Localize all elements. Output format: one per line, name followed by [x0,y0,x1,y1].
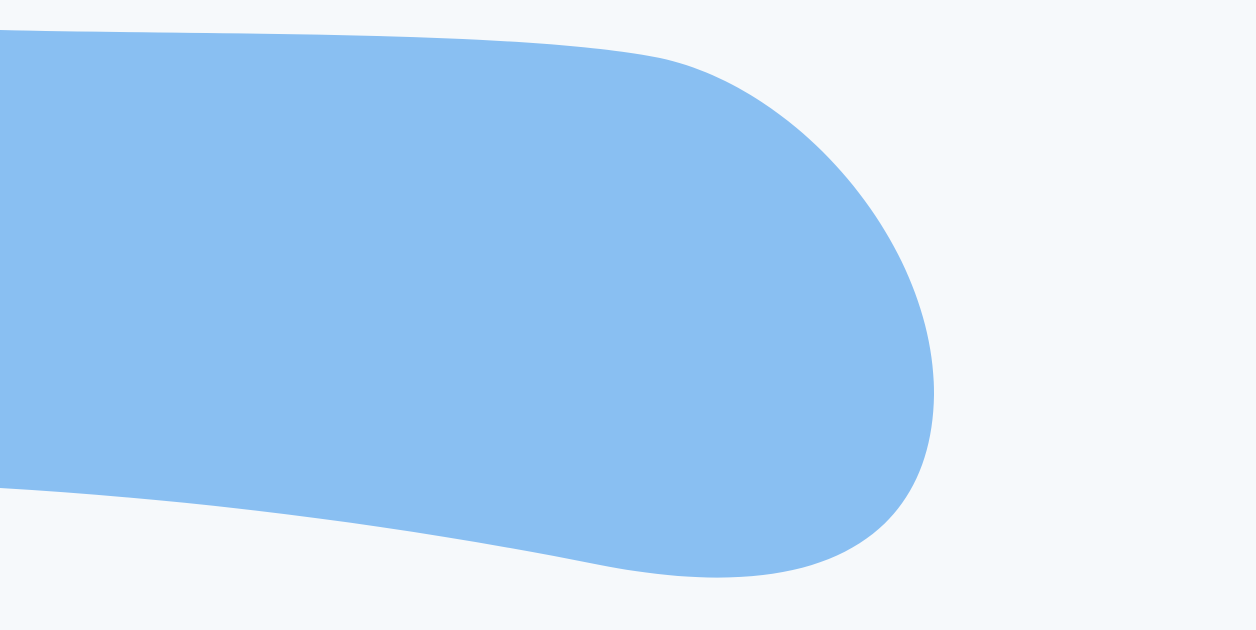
blob-illustration [0,0,1256,630]
blob-canvas [0,0,1256,630]
